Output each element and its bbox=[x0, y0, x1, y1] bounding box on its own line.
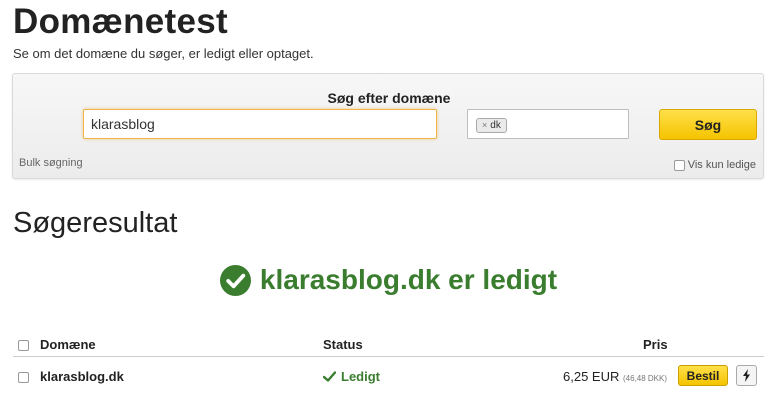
domain-input[interactable] bbox=[83, 109, 437, 139]
row-status: Ledigt bbox=[323, 369, 380, 384]
row-checkbox[interactable] bbox=[18, 372, 29, 383]
row-price: 6,25 EUR (46,48 DKK) bbox=[563, 369, 667, 384]
tld-chip-label: dk bbox=[490, 120, 501, 131]
search-button[interactable]: Søg bbox=[659, 109, 757, 140]
only-available-checkbox[interactable] bbox=[673, 159, 685, 171]
only-available-label: Vis kun ledige bbox=[687, 159, 756, 171]
only-available-toggle[interactable]: Vis kun ledige bbox=[673, 159, 756, 171]
tld-chip[interactable]: × dk bbox=[476, 118, 507, 133]
order-button[interactable]: Bestil bbox=[678, 365, 728, 386]
table-header-row: Domæne Status Pris bbox=[13, 333, 764, 357]
table-row: klarasblog.dk Ledigt 6,25 EUR (46,48 DKK… bbox=[13, 357, 764, 392]
column-header-price: Pris bbox=[643, 337, 668, 352]
quick-order-button[interactable] bbox=[736, 365, 757, 386]
lightning-icon bbox=[743, 369, 750, 382]
row-status-label: Ledigt bbox=[341, 369, 380, 384]
search-panel: Søg efter domæne × dk Søg Bulk søgning V… bbox=[12, 73, 764, 179]
row-price-dkk: (46,48 DKK) bbox=[623, 374, 668, 383]
column-header-status: Status bbox=[323, 337, 363, 352]
row-price-eur: 6,25 EUR bbox=[563, 369, 620, 384]
tld-select[interactable]: × dk bbox=[467, 109, 629, 139]
check-icon bbox=[323, 371, 336, 382]
select-all-checkbox[interactable] bbox=[18, 340, 29, 351]
remove-tld-icon[interactable]: × bbox=[482, 119, 487, 132]
column-header-domain: Domæne bbox=[40, 337, 96, 352]
availability-banner: klarasblog.dk er ledigt bbox=[0, 264, 777, 296]
page-subtitle: Se om det domæne du søger, er ledigt ell… bbox=[13, 46, 314, 61]
row-domain: klarasblog.dk bbox=[40, 369, 124, 384]
search-label: Søg efter domæne bbox=[327, 90, 451, 106]
availability-banner-text: klarasblog.dk er ledigt bbox=[259, 264, 558, 295]
page-title: Domænetest bbox=[13, 2, 228, 41]
results-heading: Søgeresultat bbox=[13, 207, 178, 239]
results-table: Domæne Status Pris klarasblog.dk Ledigt … bbox=[13, 333, 764, 392]
check-circle-icon bbox=[219, 264, 251, 296]
bulk-search-link[interactable]: Bulk søgning bbox=[19, 157, 83, 169]
